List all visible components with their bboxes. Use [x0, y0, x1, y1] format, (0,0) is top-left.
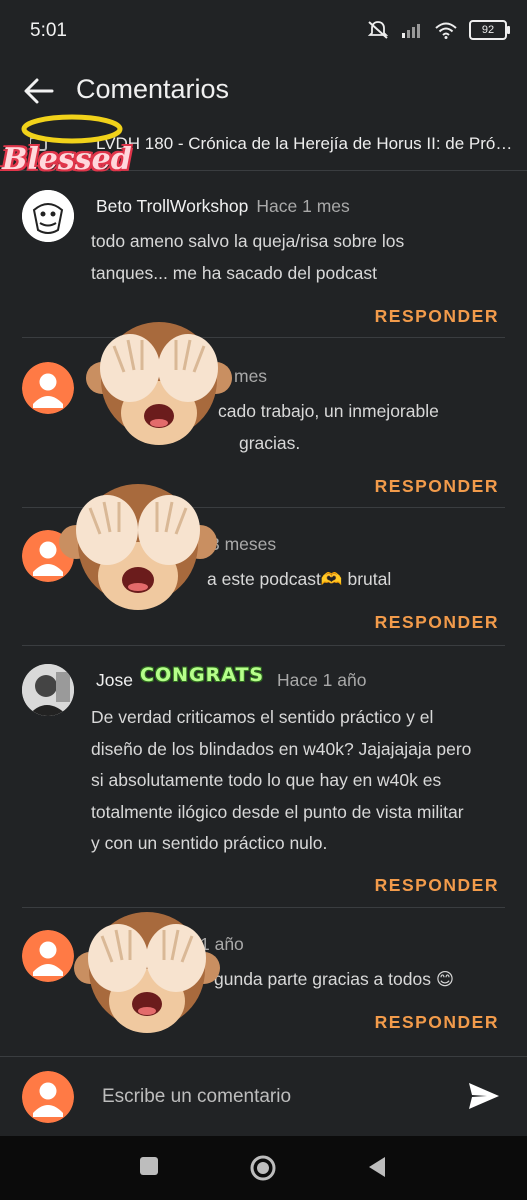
- author-name[interactable]: Beto TrollWorkshop: [96, 196, 248, 216]
- comment-line: todo ameno salvo la queja/risa sobre los: [91, 231, 405, 251]
- status-time: 5:01: [30, 20, 67, 41]
- reply-button[interactable]: RESPONDER: [375, 612, 499, 633]
- status-icons: 92: [367, 20, 510, 40]
- app-bar: Comentarios: [0, 62, 527, 118]
- default-avatar-icon: [22, 1071, 74, 1123]
- video-title: LVDH 180 - Crónica de la Herejía de Horu…: [96, 134, 513, 153]
- muted-bell-icon: [367, 21, 389, 39]
- send-icon[interactable]: [467, 1081, 501, 1111]
- battery-indicator: 92: [469, 20, 510, 40]
- comment-time: Hace 1 año: [276, 670, 367, 690]
- comment-header: mes: [234, 366, 267, 387]
- reply-button[interactable]: RESPONDER: [375, 1012, 499, 1033]
- comment-header: Beto TrollWorkshop Hace 1 mes: [96, 196, 350, 217]
- avatar[interactable]: [22, 362, 74, 414]
- comment-item: Beto TrollWorkshop Hace 1 mes todo ameno …: [0, 170, 527, 338]
- user-avatar: [22, 1071, 74, 1123]
- comment-line: totalmente ilógico desde el punto de vis…: [91, 801, 464, 822]
- default-avatar-icon: [22, 930, 74, 982]
- comment-text: De verdad criticamos el sentido práctico…: [91, 702, 511, 860]
- avatar[interactable]: [22, 930, 74, 982]
- photo-avatar-icon: [22, 664, 74, 716]
- see-no-evil-monkey-sticker: [59, 484, 217, 610]
- signal-icon: [402, 24, 420, 38]
- comment-text: todo ameno salvo la queja/risa sobre los…: [91, 226, 511, 289]
- avatar[interactable]: [22, 190, 74, 242]
- comment-line: tanques... me ha sacado del podcast: [91, 262, 378, 283]
- comment-line: si absolutamente todo lo que hay en w40k…: [91, 770, 442, 790]
- comment-time: 3 meses: [210, 534, 277, 554]
- comment-line: diseño de los blindados en w40k? Jajajaj…: [91, 738, 472, 759]
- comment-time: mes: [234, 366, 268, 386]
- troll-avatar-icon: [22, 190, 74, 242]
- reply-button[interactable]: RESPONDER: [375, 875, 499, 896]
- reply-button[interactable]: RESPONDER: [375, 476, 499, 497]
- comment-time: Hace 1 mes: [256, 196, 350, 216]
- comment-header: 3 meses: [210, 534, 276, 555]
- back-arrow-icon[interactable]: [22, 74, 56, 108]
- status-bar: 5:01 92: [0, 0, 527, 62]
- comment-compose-bar: Escribe un comentario: [0, 1056, 527, 1137]
- author-name[interactable]: Jose: [96, 670, 133, 690]
- home-icon[interactable]: [249, 1154, 277, 1182]
- wifi-icon: [435, 22, 457, 39]
- halo-sticker: [21, 114, 123, 144]
- see-no-evil-monkey-sticker: [74, 912, 220, 1033]
- page-title: Comentarios: [76, 74, 230, 104]
- comment-line: y con un sentido práctico nulo.: [91, 833, 328, 853]
- comment-line: De verdad criticamos el sentido práctico…: [91, 707, 434, 727]
- default-avatar-icon: [22, 362, 74, 414]
- back-icon[interactable]: [367, 1156, 387, 1178]
- comment-input[interactable]: Escribe un comentario: [102, 1086, 291, 1108]
- system-nav-bar: [0, 1136, 527, 1200]
- see-no-evil-monkey-sticker: [86, 322, 232, 445]
- congrats-sticker: CONGRATS: [140, 664, 265, 686]
- recents-icon[interactable]: [139, 1156, 159, 1176]
- reply-button[interactable]: RESPONDER: [375, 306, 499, 327]
- avatar[interactable]: [22, 664, 74, 716]
